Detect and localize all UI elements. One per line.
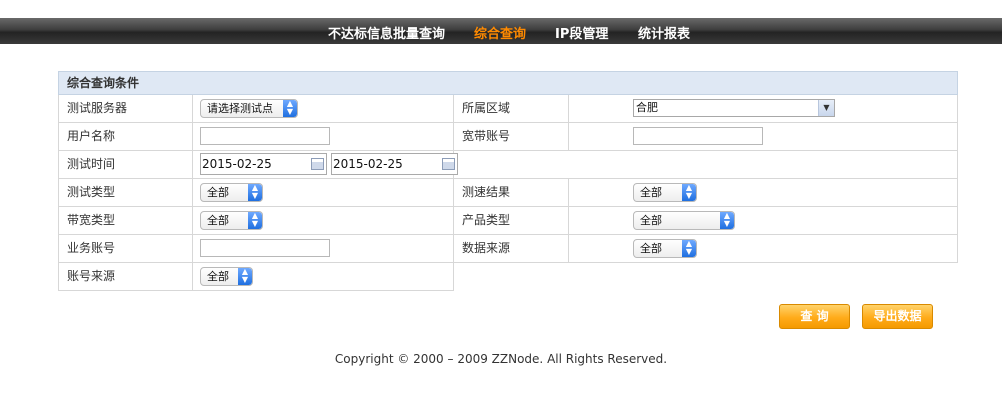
export-data-button[interactable]: 导出数据 xyxy=(862,304,933,329)
product-type-value: 全部 xyxy=(640,214,662,227)
business-account-input[interactable] xyxy=(200,239,330,257)
query-button[interactable]: 查 询 xyxy=(779,304,850,329)
data-source-value: 全部 xyxy=(640,242,662,255)
user-name-input[interactable] xyxy=(200,127,330,145)
bandwidth-type-label: 带宽类型 xyxy=(58,207,193,235)
nav-item-ip-management[interactable]: IP段管理 xyxy=(555,23,608,42)
form-row: 测试时间 2015-02-25 2015-02-25 xyxy=(58,151,958,179)
account-source-label: 账号来源 xyxy=(58,263,193,291)
test-server-select[interactable]: 请选择测试点 ▲ ▼ xyxy=(200,99,298,118)
product-type-select[interactable]: 全部 ▲ ▼ xyxy=(633,211,735,230)
calendar-icon[interactable] xyxy=(311,158,324,170)
bandwidth-type-select[interactable]: 全部 ▲ ▼ xyxy=(200,211,263,230)
end-date-input[interactable]: 2015-02-25 xyxy=(331,153,458,175)
form-row: 测试服务器 请选择测试点 ▲ ▼ 所属区域 合肥 ▼ xyxy=(58,95,958,123)
nav-item-statistics-report[interactable]: 统计报表 xyxy=(638,23,690,42)
account-source-select[interactable]: 全部 ▲ ▼ xyxy=(200,267,253,286)
account-source-value: 全部 xyxy=(207,270,229,283)
test-type-label: 测试类型 xyxy=(58,179,193,207)
select-arrows-icon: ▲ ▼ xyxy=(682,240,696,257)
select-arrows-icon: ▲ ▼ xyxy=(248,184,262,201)
business-account-label: 业务账号 xyxy=(58,235,193,263)
main-nav: 不达标信息批量查询 综合查询 IP段管理 统计报表 xyxy=(0,18,1002,44)
bandwidth-type-value: 全部 xyxy=(207,214,229,227)
chevron-down-icon: ▼ xyxy=(818,100,834,116)
end-date-value: 2015-02-25 xyxy=(333,157,403,171)
query-form: 综合查询条件 测试服务器 请选择测试点 ▲ ▼ 所属区域 合肥 ▼ 用户名称 宽带… xyxy=(58,71,958,291)
footer-copyright: Copyright © 2000 – 2009 ZZNode. All Righ… xyxy=(334,352,668,366)
select-arrows-icon: ▲ ▼ xyxy=(720,212,734,229)
top-nav-bar: 不达标信息批量查询 综合查询 IP段管理 统计报表 xyxy=(0,18,1002,44)
start-date-input[interactable]: 2015-02-25 xyxy=(200,153,327,175)
select-arrows-icon: ▲ ▼ xyxy=(682,184,696,201)
speed-result-select[interactable]: 全部 ▲ ▼ xyxy=(633,183,697,202)
broadband-account-label: 宽带账号 xyxy=(454,123,569,151)
broadband-account-input[interactable] xyxy=(633,127,763,145)
user-name-label: 用户名称 xyxy=(58,123,193,151)
form-row: 业务账号 数据来源 全部 ▲ ▼ xyxy=(58,235,958,263)
region-select[interactable]: 合肥 ▼ xyxy=(633,99,835,117)
nav-item-comprehensive-query[interactable]: 综合查询 xyxy=(474,23,526,42)
nav-item-batch-query[interactable]: 不达标信息批量查询 xyxy=(328,23,445,42)
product-type-label: 产品类型 xyxy=(454,207,569,235)
select-arrows-icon: ▲ ▼ xyxy=(248,212,262,229)
form-title: 综合查询条件 xyxy=(58,71,958,95)
test-type-value: 全部 xyxy=(207,186,229,199)
test-server-label: 测试服务器 xyxy=(58,95,193,123)
speed-result-value: 全部 xyxy=(640,186,662,199)
test-server-value: 请选择测试点 xyxy=(207,102,273,115)
form-row: 用户名称 宽带账号 xyxy=(58,123,958,151)
speed-result-label: 测速结果 xyxy=(454,179,569,207)
select-arrows-icon: ▲ ▼ xyxy=(283,100,297,117)
region-label: 所属区域 xyxy=(454,95,569,123)
select-arrows-icon: ▲ ▼ xyxy=(238,268,252,285)
region-value: 合肥 xyxy=(636,101,658,114)
form-row: 测试类型 全部 ▲ ▼ 测速结果 全部 ▲ ▼ xyxy=(58,179,958,207)
start-date-value: 2015-02-25 xyxy=(202,157,272,171)
form-row: 带宽类型 全部 ▲ ▼ 产品类型 全部 ▲ ▼ xyxy=(58,207,958,235)
empty-cell xyxy=(454,151,958,179)
data-source-label: 数据来源 xyxy=(454,235,569,263)
form-row: 账号来源 全部 ▲ ▼ xyxy=(58,263,958,291)
data-source-select[interactable]: 全部 ▲ ▼ xyxy=(633,239,697,258)
test-time-label: 测试时间 xyxy=(58,151,193,179)
test-type-select[interactable]: 全部 ▲ ▼ xyxy=(200,183,263,202)
